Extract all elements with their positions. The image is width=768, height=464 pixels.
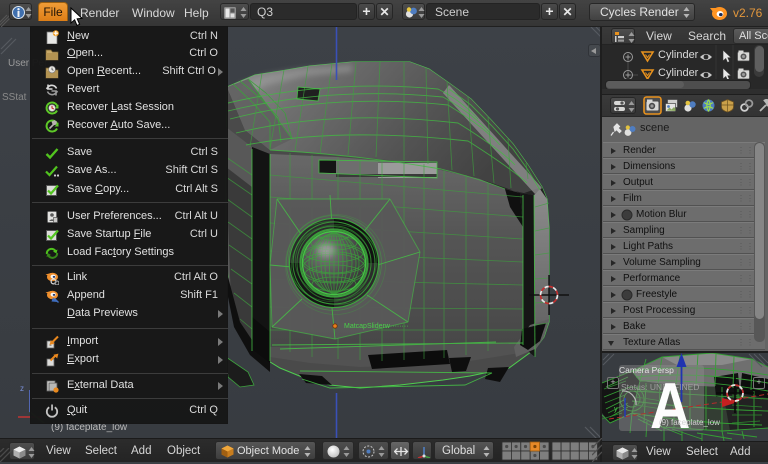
svg-text:MatcapSliderw········: MatcapSliderw········: [344, 323, 409, 330]
svg-text:z: z: [20, 384, 24, 393]
svg-text:y: y: [614, 406, 618, 413]
